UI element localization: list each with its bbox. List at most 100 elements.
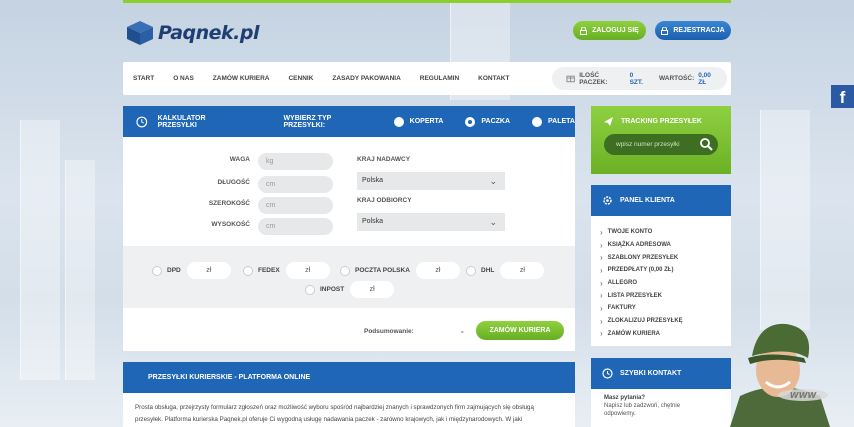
carrier-price: zł <box>415 262 460 279</box>
chevron-down-icon: ⌄ <box>489 217 497 227</box>
tracking-input[interactable]: wpisz numer przesyłki <box>604 134 718 155</box>
radio-icon <box>393 116 404 127</box>
height-input[interactable]: cm <box>258 218 333 235</box>
panel-header: PANEL KLIENTA <box>591 185 731 216</box>
gear-icon <box>603 196 612 205</box>
clock-icon <box>602 368 613 379</box>
panel-item-invoices[interactable]: FAKTURY <box>600 302 731 315</box>
main-nav: START O NAS ZAMÓW KURIERA CENNIK ZASADY … <box>123 62 731 95</box>
cart-count-label: ILOŚĆ PACZEK: <box>579 71 608 86</box>
carrier-name: DPD <box>167 267 181 274</box>
dimensions-form: WAGA kg DŁUGOŚĆ cm SZEROKOŚĆ cm WYSOKOŚĆ… <box>123 137 575 245</box>
carrier-price: zł <box>500 262 545 279</box>
carrier-name: DHL <box>481 267 495 274</box>
carrier-fedex[interactable]: FEDEX zł <box>243 262 330 279</box>
sender-country-label: KRAJ NADAWCY <box>357 156 411 163</box>
top-accent-bar <box>123 0 731 3</box>
nav-item-about[interactable]: O NAS <box>173 75 194 82</box>
site-logo[interactable]: Paqnek.pl <box>126 20 260 46</box>
plane-icon <box>604 117 613 126</box>
summary-label: Podsumowanie: <box>364 328 414 335</box>
height-label: WYSOKOŚĆ <box>211 221 250 228</box>
cart-summary[interactable]: ILOŚĆ PACZEK: 0 SZT. WARTOŚĆ: 0,00 ZŁ <box>552 67 727 90</box>
panel-item-templates[interactable]: SZABLONY PRZESYŁEK <box>600 251 731 264</box>
carrier-price: zł <box>186 262 231 279</box>
radio-icon <box>532 116 543 127</box>
logo-text: Paqnek.pl <box>158 22 260 44</box>
width-input[interactable]: cm <box>258 197 333 214</box>
type-option-label: PALETA <box>548 118 575 125</box>
cart-value-value: 0,00 ZŁ <box>698 71 711 86</box>
width-label: SZEROKOŚĆ <box>208 200 250 207</box>
panel-item-locate[interactable]: ZLOKALIZUJ PRZESYŁKĘ <box>600 315 731 328</box>
type-option-koperta[interactable]: KOPERTA <box>393 116 444 127</box>
nav-item-packing[interactable]: ZASADY PAKOWANIA <box>332 75 400 82</box>
contact-line-1: Masz pytania? <box>604 395 646 401</box>
mascot-cap-text: WWW <box>790 391 818 400</box>
weight-label: WAGA <box>229 156 250 163</box>
panel-item-account[interactable]: TWOJE KONTO <box>600 226 731 239</box>
type-option-paczka[interactable]: PACZKA <box>465 116 511 127</box>
type-option-label: KOPERTA <box>409 118 444 125</box>
tracking-widget: TRACKING PRZESYŁEK wpisz numer przesyłki <box>591 106 731 174</box>
contact-text: Masz pytania? Napisz lub zadzwoń, chętni… <box>591 389 731 423</box>
receiver-country-select[interactable]: Polska ⌄ <box>357 213 505 231</box>
radio-selected-icon <box>465 116 476 127</box>
carrier-options: DPD zł FEDEX zł POCZTA POLSKA zł DHL zł … <box>123 246 575 308</box>
carrier-dpd[interactable]: DPD zł <box>152 262 231 279</box>
receiver-country-label: KRAJ ODBIORCY <box>357 197 412 204</box>
contact-line-2: Napisz lub zadzwoń, chętnie <box>604 403 681 409</box>
lock-icon <box>580 26 588 35</box>
background-building <box>20 120 60 380</box>
platform-banner: PRZESYŁKI KURIERSKIE - PLATFORMA ONLINE <box>123 362 575 393</box>
nav-item-terms[interactable]: REGULAMIN <box>420 75 459 82</box>
nav-item-start[interactable]: START <box>133 75 154 82</box>
contact-header: SZYBKI KONTAKT <box>591 358 731 389</box>
carrier-poczta-polska[interactable]: POCZTA POLSKA zł <box>340 262 460 279</box>
radio-icon <box>152 265 162 276</box>
length-input[interactable]: cm <box>258 176 333 193</box>
panel-item-prepayments[interactable]: PRZEDPŁATY (0,00 ZŁ) <box>600 264 731 277</box>
calculator-header: KALKULATOR PRZESYŁKI WYBIERZ TYP PRZESYŁ… <box>123 106 575 137</box>
quick-contact: SZYBKI KONTAKT Masz pytania? Napisz lub … <box>591 358 731 427</box>
calculator-title: KALKULATOR PRZESYŁKI <box>157 114 206 129</box>
type-label: WYBIERZ TYP PRZESYŁKI: <box>283 114 332 129</box>
carrier-name: FEDEX <box>258 267 280 274</box>
cart-value-label: WARTOŚĆ: <box>658 75 695 82</box>
nav-item-pricing[interactable]: CENNIK <box>288 75 313 82</box>
register-button[interactable]: REJESTRACJA <box>655 21 731 40</box>
panel-item-allegro[interactable]: ALLEGRO <box>600 277 731 290</box>
carrier-inpost[interactable]: INPOST zł <box>305 281 395 298</box>
facebook-icon[interactable]: f <box>831 85 854 108</box>
panel-item-address-book[interactable]: KSIĄŻKA ADRESOWA <box>600 239 731 252</box>
register-label: REJESTRACJA <box>673 27 725 34</box>
type-option-paleta[interactable]: PALETA <box>532 116 575 127</box>
chevron-down-icon: ⌄ <box>489 176 497 186</box>
package-icon <box>566 75 575 83</box>
weight-input[interactable]: kg <box>258 153 333 170</box>
length-label: DŁUGOŚĆ <box>217 179 251 186</box>
background-building <box>760 110 810 330</box>
login-button[interactable]: ZALOGUJ SIĘ <box>573 21 646 40</box>
box-logo-icon <box>127 21 153 45</box>
panel-item-order[interactable]: ZAMÓW KURIERA <box>600 328 731 341</box>
panel-menu: TWOJE KONTO KSIĄŻKA ADRESOWA SZABLONY PR… <box>591 216 731 340</box>
nav-item-contact[interactable]: KONTAKT <box>478 75 509 82</box>
summary-value: - <box>461 327 464 336</box>
clock-icon <box>136 116 148 127</box>
type-option-label: PACZKA <box>481 118 511 125</box>
platform-description: Prosta obsługa, przejrzysty formularz zg… <box>123 393 575 427</box>
carrier-dhl[interactable]: DHL zł <box>466 262 545 279</box>
contact-line-3: odpowiemy. <box>604 411 636 417</box>
search-icon[interactable] <box>698 136 715 153</box>
tracking-placeholder: wpisz numer przesyłki <box>616 141 680 148</box>
nav-item-order[interactable]: ZAMÓW KURIERA <box>213 75 270 82</box>
lock-icon <box>661 26 669 35</box>
panel-title: PANEL KLIENTA <box>620 197 675 204</box>
login-label: ZALOGUJ SIĘ <box>592 27 639 34</box>
panel-item-shipments[interactable]: LISTA PRZESYŁEK <box>600 289 731 302</box>
carrier-name: POCZTA POLSKA <box>355 267 410 274</box>
contact-title: SZYBKI KONTAKT <box>620 370 682 377</box>
order-courier-button[interactable]: ZAMÓW KURIERA <box>476 321 564 340</box>
sender-country-select[interactable]: Polska ⌄ <box>357 172 505 190</box>
